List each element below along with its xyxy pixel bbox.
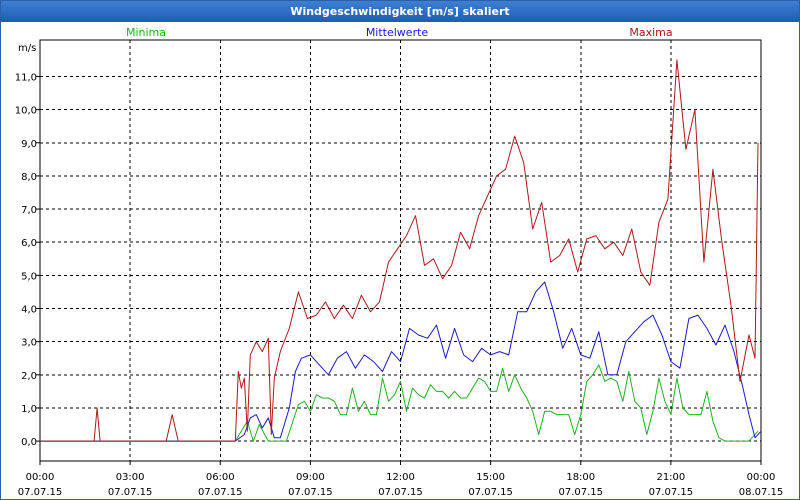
legend: Minima Mittelwerte Maxima [126, 26, 673, 39]
x-tick-date: 08.07.15 [739, 487, 784, 498]
x-tick-date: 07.07.15 [198, 487, 243, 498]
y-axis-label: m/s [18, 43, 36, 54]
y-tick-label: 4,0 [21, 305, 37, 316]
x-tick-time: 09:00 [296, 472, 325, 483]
x-tick-time: 15:00 [476, 472, 505, 483]
legend-entry-maxima: Maxima [629, 26, 672, 39]
x-tick-time: 06:00 [206, 472, 235, 483]
legend-entry-minima: Minima [126, 26, 166, 39]
series-line-minima [40, 364, 759, 442]
chart-window: Windgeschwindigkeit [m/s] skaliert 0,0 1,… [0, 0, 800, 500]
y-tick-label: 0,0 [21, 437, 37, 448]
grid [40, 40, 761, 461]
y-tick-label: 11,0 [15, 72, 37, 83]
y-tick-label: 6,0 [21, 238, 37, 249]
y-tick-label: 1,0 [21, 404, 37, 415]
x-tick-date: 07.07.15 [18, 487, 63, 498]
y-axis-ticks: 0,0 1,0 2,0 3,0 4,0 5,0 6,0 7,0 8,0 9,0 10,0 11,0 [15, 72, 40, 448]
x-tick-time: 18:00 [566, 472, 595, 483]
y-tick-label: 9,0 [21, 139, 37, 150]
x-tick-time: 21:00 [656, 472, 685, 483]
y-tick-label: 2,0 [21, 371, 37, 382]
window-title: Windgeschwindigkeit [m/s] skaliert [1, 1, 799, 22]
y-tick-label: 8,0 [21, 172, 37, 183]
y-tick-label: 7,0 [21, 205, 37, 216]
x-tick-time: 00:00 [26, 472, 55, 483]
x-tick-date: 07.07.15 [288, 487, 333, 498]
y-tick-label: 3,0 [21, 338, 37, 349]
x-tick-time: 00:00 [747, 472, 776, 483]
x-tick-date: 07.07.15 [378, 487, 423, 498]
x-tick-date: 07.07.15 [108, 487, 153, 498]
x-tick-time: 03:00 [116, 472, 145, 483]
legend-entry-mittelwerte: Mittelwerte [366, 26, 429, 39]
y-tick-label: 5,0 [21, 271, 37, 282]
x-tick-time: 12:00 [386, 472, 415, 483]
x-tick-date: 07.07.15 [468, 487, 513, 498]
x-tick-date: 07.07.15 [649, 487, 694, 498]
x-tick-date: 07.07.15 [558, 487, 603, 498]
y-tick-label: 10,0 [15, 106, 37, 117]
chart-canvas: 0,0 1,0 2,0 3,0 4,0 5,0 6,0 7,0 8,0 9,0 10,0 11,0 0… [15, 26, 784, 498]
x-axis-ticks: 00:00 07.07.15 03:00 07.07.15 06:00 07.07.15 0… [18, 461, 784, 498]
